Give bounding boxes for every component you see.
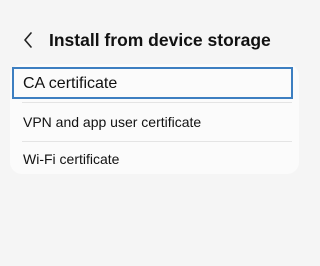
back-button[interactable] xyxy=(20,28,36,52)
list-item-label: VPN and app user certificate xyxy=(23,114,202,130)
list-item-vpn-app-user-certificate[interactable]: VPN and app user certificate xyxy=(10,104,299,140)
divider xyxy=(22,102,292,103)
settings-screen: Install from device storage CA certifica… xyxy=(0,0,307,266)
list-item-wifi-certificate[interactable]: Wi-Fi certificate xyxy=(10,142,299,176)
page-title: Install from device storage xyxy=(49,30,271,50)
list-item-label: CA certificate xyxy=(23,75,118,92)
list-item-label: Wi-Fi certificate xyxy=(23,151,120,167)
app-bar: Install from device storage xyxy=(0,0,307,62)
chevron-left-icon xyxy=(24,32,32,48)
list-item-ca-certificate[interactable]: CA certificate xyxy=(12,67,293,99)
